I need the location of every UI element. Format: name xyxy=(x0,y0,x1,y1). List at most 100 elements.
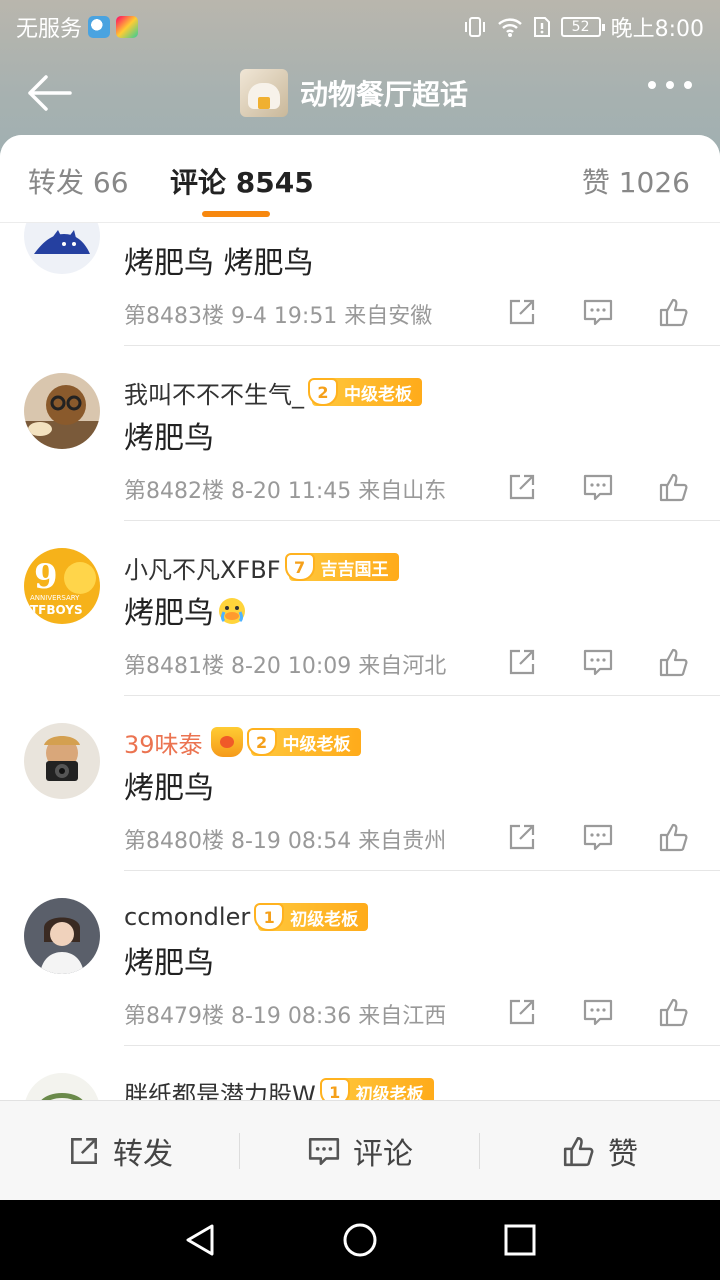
badge-level: 2 xyxy=(308,378,338,406)
comment-item: ccmondler 1 初级老板 烤肥鸟 第8479楼 8-19 08:36 来自… xyxy=(0,878,720,1053)
status-bar: 无服务 52 晚上8:00 xyxy=(0,0,720,50)
avatar[interactable] xyxy=(24,1073,100,1100)
comment-item: 9 ANNIVERSARY TFBOYS 小凡不凡XFBF 7 吉吉国王 烤肥鸟 第8… xyxy=(0,528,720,703)
system-nav-bar xyxy=(0,1200,720,1280)
comment-meta: 第8483楼 9-4 19:51 来自安徽 xyxy=(124,304,433,329)
vibrate-icon xyxy=(464,17,485,37)
comment-text: 烤肥鸟 xyxy=(124,421,214,456)
back-arrow-icon[interactable] xyxy=(26,73,74,113)
thumbs-up-icon[interactable] xyxy=(658,296,690,328)
repost-button[interactable]: 转发 xyxy=(0,1101,240,1201)
supertopic-title[interactable]: 动物餐厅超话 xyxy=(240,67,468,119)
username[interactable]: 胖纸都是潜力股W xyxy=(124,1075,316,1101)
comment-text: 烤肥鸟 xyxy=(124,588,248,632)
comment-divider xyxy=(124,695,720,696)
avatar[interactable] xyxy=(24,898,100,974)
comment-meta: 第8480楼 8-19 08:54 来自贵州 xyxy=(124,829,447,854)
fan-level-badge[interactable]: 2 中级老板 xyxy=(246,728,361,756)
tab-repost[interactable]: 转发 66 xyxy=(28,161,129,201)
like-button[interactable]: 赞 xyxy=(480,1101,720,1201)
badge-text: 中级老板 xyxy=(282,734,351,755)
comment-meta: 第8479楼 8-19 08:36 来自江西 xyxy=(124,1004,447,1029)
comment-icon[interactable] xyxy=(582,296,614,328)
bottom-action-bar: 转发 评论 赞 xyxy=(0,1100,720,1200)
avatar-number: 9 xyxy=(34,557,58,597)
username-row: 我叫不不不生气_ 2 中级老板 xyxy=(124,375,422,409)
comment-button[interactable]: 评论 xyxy=(240,1101,480,1201)
tab-bar: 转发 66 评论 8545 赞 1026 xyxy=(0,135,720,223)
thumbs-up-icon xyxy=(563,1136,594,1167)
tab-comments[interactable]: 评论 8545 xyxy=(170,161,314,201)
badge-text: 中级老板 xyxy=(344,384,412,405)
thumbs-up-icon[interactable] xyxy=(658,646,690,678)
vip-crown-icon[interactable] xyxy=(210,727,243,757)
username-row: 39味泰 2 中级老板 xyxy=(124,725,361,759)
battery-indicator: 52 xyxy=(560,17,605,37)
comment-icon[interactable] xyxy=(582,471,614,503)
more-dots-icon[interactable] xyxy=(648,81,692,89)
wifi-icon xyxy=(497,18,522,37)
comment-icon[interactable] xyxy=(582,996,614,1028)
avatar[interactable] xyxy=(24,723,100,799)
status-left: 无服务 xyxy=(16,11,139,43)
share-icon[interactable] xyxy=(506,296,538,328)
comment-divider xyxy=(124,870,720,871)
repost-icon xyxy=(71,1138,97,1164)
share-icon[interactable] xyxy=(506,646,538,678)
comment-label: 评论 xyxy=(353,1137,413,1172)
badge-text: 初级老板 xyxy=(290,909,359,930)
comment-text: 烤肥鸟 烤肥鸟 xyxy=(124,246,314,281)
comment-text: 烤肥鸟 xyxy=(124,771,214,806)
username-row: ccmondler 1 初级老板 xyxy=(124,900,369,934)
comment-divider xyxy=(124,345,720,346)
comment-icon[interactable] xyxy=(582,821,614,853)
thumbs-up-icon[interactable] xyxy=(658,996,690,1028)
crying-duck-emoji-icon xyxy=(219,598,245,624)
comment-divider xyxy=(124,1045,720,1046)
fan-level-badge[interactable]: 7 吉吉国王 xyxy=(284,553,399,581)
clock-text: 晚上8:00 xyxy=(610,17,704,42)
username-row: 胖纸都是潜力股W 1 初级老板 xyxy=(124,1075,434,1100)
nav-home-icon[interactable] xyxy=(340,1220,380,1260)
nav-back-icon[interactable] xyxy=(180,1220,220,1260)
badge-level: 2 xyxy=(246,728,277,756)
badge-level: 7 xyxy=(284,553,315,581)
active-tab-indicator xyxy=(202,211,270,217)
username[interactable]: ccmondler xyxy=(124,903,250,931)
avatar-caption: ANNIVERSARY xyxy=(30,594,80,602)
badge-level: 1 xyxy=(319,1078,350,1100)
avatar[interactable] xyxy=(24,373,100,449)
comment-text-content: 烤肥鸟 xyxy=(124,596,214,631)
comment-item: 胖纸都是潜力股W 1 初级老板 xyxy=(0,1053,720,1100)
page-title: 动物餐厅超话 xyxy=(300,78,469,111)
comment-icon[interactable] xyxy=(582,646,614,678)
app-notification-icon xyxy=(116,16,139,38)
share-icon[interactable] xyxy=(506,471,538,503)
status-right: 52 晚上8:00 xyxy=(463,11,704,43)
fan-level-badge[interactable]: 1 初级老板 xyxy=(319,1078,434,1101)
username[interactable]: 39味泰 xyxy=(124,725,203,760)
share-icon[interactable] xyxy=(506,821,538,853)
alert-sim-icon xyxy=(533,17,550,37)
comment-divider xyxy=(124,520,720,521)
fan-level-badge[interactable]: 1 初级老板 xyxy=(254,903,369,931)
badge-text: 初级老板 xyxy=(355,1084,424,1101)
username[interactable]: 小凡不凡XFBF xyxy=(124,550,281,585)
comment-text: 烤肥鸟 xyxy=(124,946,214,981)
like-label: 赞 xyxy=(608,1137,638,1172)
badge-text: 吉吉国王 xyxy=(320,559,389,580)
thumbs-up-icon[interactable] xyxy=(658,821,690,853)
avatar-brand: TFBOYS xyxy=(30,603,83,617)
username[interactable]: 我叫不不不生气_ xyxy=(124,375,304,410)
fan-level-badge[interactable]: 2 中级老板 xyxy=(308,378,422,406)
supertopic-avatar xyxy=(240,69,288,117)
tab-likes[interactable]: 赞 1026 xyxy=(582,161,690,201)
nav-recents-icon[interactable] xyxy=(500,1220,540,1260)
avatar[interactable]: 9 ANNIVERSARY TFBOYS xyxy=(24,548,100,624)
comment-meta: 第8482楼 8-20 11:45 来自山东 xyxy=(124,479,447,504)
share-icon[interactable] xyxy=(506,996,538,1028)
repost-label: 转发 xyxy=(113,1137,173,1172)
thumbs-up-icon[interactable] xyxy=(658,471,690,503)
title-bar: 动物餐厅超话 xyxy=(0,55,720,130)
username-row: 小凡不凡XFBF 7 吉吉国王 xyxy=(124,550,399,584)
